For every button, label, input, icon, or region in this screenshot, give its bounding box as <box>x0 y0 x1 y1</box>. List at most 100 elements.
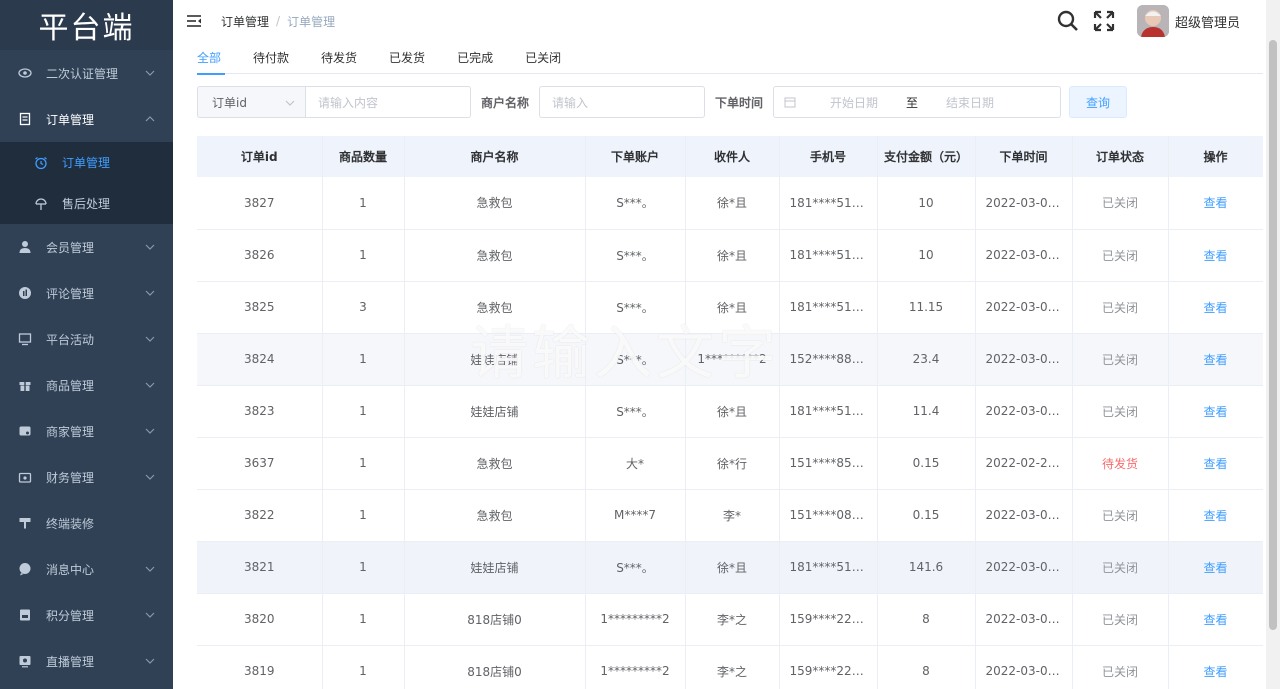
sidebar-item-activities[interactable]: 平台活动 <box>0 316 173 362</box>
sidebar-subitem-after-sales[interactable]: 售后处理 <box>0 183 173 224</box>
order-id-cell: 3823 <box>197 385 323 438</box>
status-cell: 已关闭 <box>1072 177 1169 230</box>
points-icon <box>18 608 32 622</box>
phone-cell: 152****8863 <box>779 333 878 386</box>
tab-all[interactable]: 全部 <box>197 42 237 75</box>
table-header-row: 订单id 商品数量 商户名称 下单账户 收件人 手机号 支付金额（元） 下单时间… <box>197 136 1263 177</box>
menu-toggle-icon[interactable] <box>187 15 201 27</box>
sidebar-item-merchants[interactable]: 商家管理 <box>0 408 173 454</box>
column-header: 下单账户 <box>585 136 686 177</box>
chevron-down-icon <box>145 564 155 574</box>
table-row: 3823 1 娃娃店铺 S***。 徐*且 181****5109 11.4 2022-03-… <box>197 385 1263 438</box>
view-order-link[interactable]: 查看 <box>1203 613 1227 627</box>
view-order-link[interactable]: 查看 <box>1203 353 1227 367</box>
brush-icon <box>18 516 32 530</box>
status-cell: 已关闭 <box>1072 281 1169 334</box>
column-header: 手机号 <box>779 136 878 177</box>
view-order-link[interactable]: 查看 <box>1203 196 1227 210</box>
quantity-cell: 1 <box>322 437 405 490</box>
order-time-label: 下单时间 <box>715 95 764 110</box>
phone-cell: 181****5109 <box>779 229 878 282</box>
select-value: 订单id <box>212 95 247 110</box>
end-date-input[interactable]: 结束日期 <box>932 94 1008 111</box>
avatar[interactable] <box>1136 5 1169 37</box>
order-time-cell: 2022-03-04 ... <box>975 645 1073 689</box>
sidebar-item-label: 二次认证管理 <box>46 66 119 81</box>
merchant-input[interactable]: 请输入 <box>539 86 706 118</box>
breadcrumb: 订单管理 / 订单管理 <box>221 13 336 30</box>
chevron-down-icon <box>145 380 155 390</box>
action-cell: 查看 <box>1168 645 1263 689</box>
tab-pending-shipment[interactable]: 待发货 <box>305 42 373 74</box>
account-cell: S***。 <box>585 229 686 282</box>
sidebar-item-label: 积分管理 <box>46 608 95 623</box>
chevron-down-icon <box>145 334 155 344</box>
fullscreen-icon[interactable] <box>1093 10 1115 32</box>
view-order-link[interactable]: 查看 <box>1203 561 1227 575</box>
start-date-input[interactable]: 开始日期 <box>816 94 892 111</box>
date-range-picker[interactable]: 开始日期 至 结束日期 <box>773 86 1062 118</box>
order-id-cell: 3637 <box>197 437 323 490</box>
tab-closed[interactable]: 已关闭 <box>509 42 577 74</box>
merchant-label: 商户名称 <box>481 95 530 110</box>
sidebar-item-label: 财务管理 <box>46 470 95 485</box>
receiver-cell: 徐*行 <box>685 437 780 490</box>
scrollbar-thumb[interactable] <box>1269 40 1277 630</box>
account-cell: S***。 <box>585 281 686 334</box>
merchant-cell: 818店铺0 <box>404 645 586 689</box>
receiver-cell: 1*********2 <box>685 333 780 386</box>
chevron-down-icon <box>145 426 155 436</box>
page-scrollbar[interactable] <box>1266 0 1280 689</box>
column-header: 操作 <box>1168 136 1263 177</box>
sidebar-item-products[interactable]: 商品管理 <box>0 362 173 408</box>
merchant-cell: 急救包 <box>404 281 586 334</box>
sidebar-item-live[interactable]: 直播管理 <box>0 638 173 684</box>
sidebar-item-finance[interactable]: 财务管理 <box>0 454 173 500</box>
status-cell: 已关闭 <box>1072 489 1169 542</box>
sidebar-item-reviews[interactable]: 评论管理 <box>0 270 173 316</box>
sidebar-item-label: 商家管理 <box>46 424 95 439</box>
amount-cell: 11.15 <box>877 281 976 334</box>
sidebar-item-2fa[interactable]: 二次认证管理 <box>0 50 173 96</box>
action-cell: 查看 <box>1168 489 1263 542</box>
search-input[interactable]: 请输入内容 <box>305 86 471 118</box>
alarm-clock-icon <box>34 156 48 170</box>
tab-shipped[interactable]: 已发货 <box>373 42 441 74</box>
phone-cell: 181****5109 <box>779 177 878 230</box>
amount-cell: 10 <box>877 229 976 282</box>
search-field-select[interactable]: 订单id <box>197 86 305 118</box>
search-icon[interactable] <box>1057 10 1079 32</box>
top-header: 订单管理 / 订单管理 超级管理员 <box>173 0 1280 42</box>
action-cell: 查看 <box>1168 437 1263 490</box>
merchant-cell: 急救包 <box>404 229 586 282</box>
chevron-down-icon <box>145 656 155 666</box>
view-order-link[interactable]: 查看 <box>1203 457 1227 471</box>
view-order-link[interactable]: 查看 <box>1203 405 1227 419</box>
view-order-link[interactable]: 查看 <box>1203 509 1227 523</box>
chevron-down-icon <box>285 95 295 109</box>
user-name[interactable]: 超级管理员 <box>1175 12 1240 31</box>
tab-completed[interactable]: 已完成 <box>441 42 509 74</box>
merchant-cell: 818店铺0 <box>404 593 586 646</box>
chevron-up-icon <box>145 114 155 124</box>
receiver-cell: 徐*且 <box>685 541 780 594</box>
view-order-link[interactable]: 查看 <box>1203 301 1227 315</box>
view-order-link[interactable]: 查看 <box>1203 665 1227 679</box>
sidebar-item-decoration[interactable]: 终端装修 <box>0 500 173 546</box>
breadcrumb-item-current: 订单管理 <box>287 14 336 29</box>
sidebar-item-orders[interactable]: 订单管理 <box>0 96 173 142</box>
sidebar-item-messages[interactable]: 消息中心 <box>0 546 173 592</box>
order-status-tabs: 全部 待付款 待发货 已发货 已完成 已关闭 <box>197 42 1263 75</box>
order-id-cell: 3820 <box>197 593 323 646</box>
sidebar-item-points[interactable]: 积分管理 <box>0 592 173 638</box>
account-cell: 1*********2 <box>585 593 686 646</box>
breadcrumb-item[interactable]: 订单管理 <box>221 13 269 30</box>
receiver-cell: 李*之 <box>685 593 780 646</box>
view-order-link[interactable]: 查看 <box>1203 249 1227 263</box>
sidebar-subitem-order-management[interactable]: 订单管理 <box>0 142 173 183</box>
tab-pending-payment[interactable]: 待付款 <box>237 42 305 74</box>
sidebar-item-members[interactable]: 会员管理 <box>0 224 173 270</box>
table-row: 3821 1 娃娃店铺 S***。 徐*且 181****5109 141.6 2022-03… <box>197 541 1263 594</box>
shop-icon <box>18 424 32 438</box>
query-button[interactable]: 查询 <box>1069 86 1128 118</box>
